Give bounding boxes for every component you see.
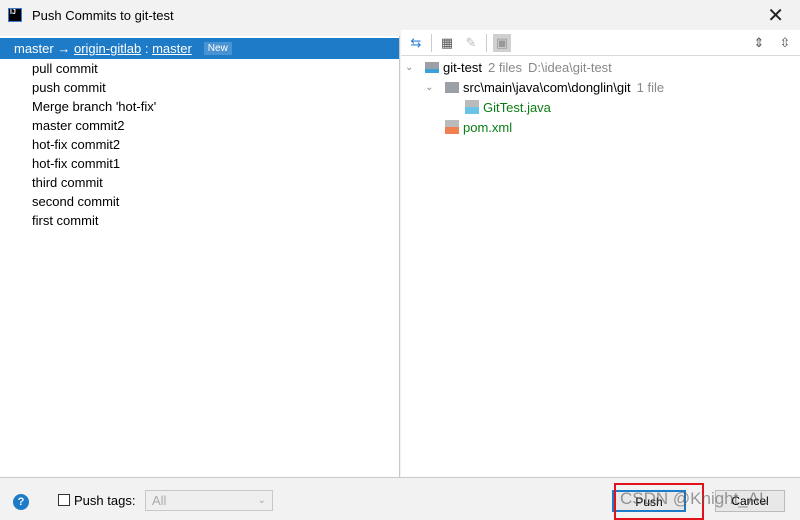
intellij-logo-icon: IJ <box>8 8 22 22</box>
folder-count: 1 file <box>636 79 665 95</box>
commit-item[interactable]: Merge branch 'hot-fix' <box>0 97 399 116</box>
folder-name: src\main\java\com\donglin\git <box>463 79 631 95</box>
xml-file-icon <box>445 120 459 134</box>
root-count: 2 files <box>488 59 522 75</box>
tree-folder[interactable]: ⌄ src\main\java\com\donglin\git 1 file <box>401 77 800 97</box>
chevron-down-icon[interactable]: ⌄ <box>405 62 417 73</box>
commit-item[interactable]: master commit2 <box>0 116 399 135</box>
commit-item[interactable]: hot-fix commit2 <box>0 135 399 154</box>
cancel-button[interactable]: Cancel <box>715 490 785 512</box>
chevron-down-icon[interactable]: ⌄ <box>425 82 437 93</box>
commit-item[interactable]: third commit <box>0 173 399 192</box>
new-badge: New <box>203 42 232 55</box>
commit-item[interactable]: second commit <box>0 192 399 211</box>
separator: : <box>144 41 149 56</box>
root-path: D:\idea\git-test <box>527 59 612 75</box>
file-name: GitTest.java <box>483 99 551 115</box>
tags-select-value: All <box>152 493 167 508</box>
arrow: → <box>57 41 71 56</box>
tree-root[interactable]: ⌄ git-test 2 files D:\idea\git-test <box>401 57 800 77</box>
preview-icon[interactable]: ▣ <box>493 33 511 52</box>
module-icon <box>425 61 439 73</box>
push-tags-checkbox[interactable] <box>58 494 70 506</box>
commit-item[interactable]: hot-fix commit1 <box>0 154 399 173</box>
divider <box>431 33 432 52</box>
divider <box>486 33 487 52</box>
close-icon[interactable]: ✕ <box>767 3 784 28</box>
highlight-box <box>614 483 704 520</box>
changes-panel: ⇆ ▦ ✎ ▣ ⇕ ⇳ ⌄ git-test 2 files D:\idea\g… <box>401 30 800 477</box>
java-file-icon <box>465 100 479 114</box>
tree-file[interactable]: GitTest.java <box>401 97 800 117</box>
commits-panel: master → origin-gitlab : master New pull… <box>0 36 400 477</box>
show-diff-icon[interactable]: ⇆ <box>407 34 425 52</box>
remote-link[interactable]: origin-gitlab <box>74 41 141 56</box>
chevron-down-icon: ⌄ <box>257 495 266 506</box>
edit-icon[interactable]: ✎ <box>462 34 480 52</box>
folder-icon <box>445 81 459 93</box>
file-name: pom.xml <box>463 119 513 135</box>
tags-select: All ⌄ <box>145 490 273 511</box>
local-branch: master <box>14 41 54 56</box>
root-name: git-test <box>443 59 483 75</box>
commit-item[interactable]: first commit <box>0 211 399 230</box>
tree-file[interactable]: pom.xml <box>401 117 800 137</box>
commit-item[interactable]: pull commit <box>0 59 399 78</box>
push-tags-label: Push tags: <box>74 493 136 508</box>
footer: ? Push tags: All ⌄ Push Cancel CSDN @Knig… <box>0 477 800 520</box>
remote-branch-link[interactable]: master <box>152 41 192 56</box>
window-title: Push Commits to git-test <box>32 7 174 23</box>
help-icon[interactable]: ? <box>13 494 29 510</box>
title-bar: IJ Push Commits to git-test ✕ <box>0 0 800 30</box>
group-by-icon[interactable]: ▦ <box>438 34 456 52</box>
commit-item[interactable]: push commit <box>0 78 399 97</box>
collapse-all-icon[interactable]: ⇳ <box>776 34 794 52</box>
expand-all-icon[interactable]: ⇕ <box>750 34 768 52</box>
changes-toolbar: ⇆ ▦ ✎ ▣ ⇕ ⇳ <box>401 30 800 56</box>
branch-row[interactable]: master → origin-gitlab : master New <box>0 38 399 59</box>
